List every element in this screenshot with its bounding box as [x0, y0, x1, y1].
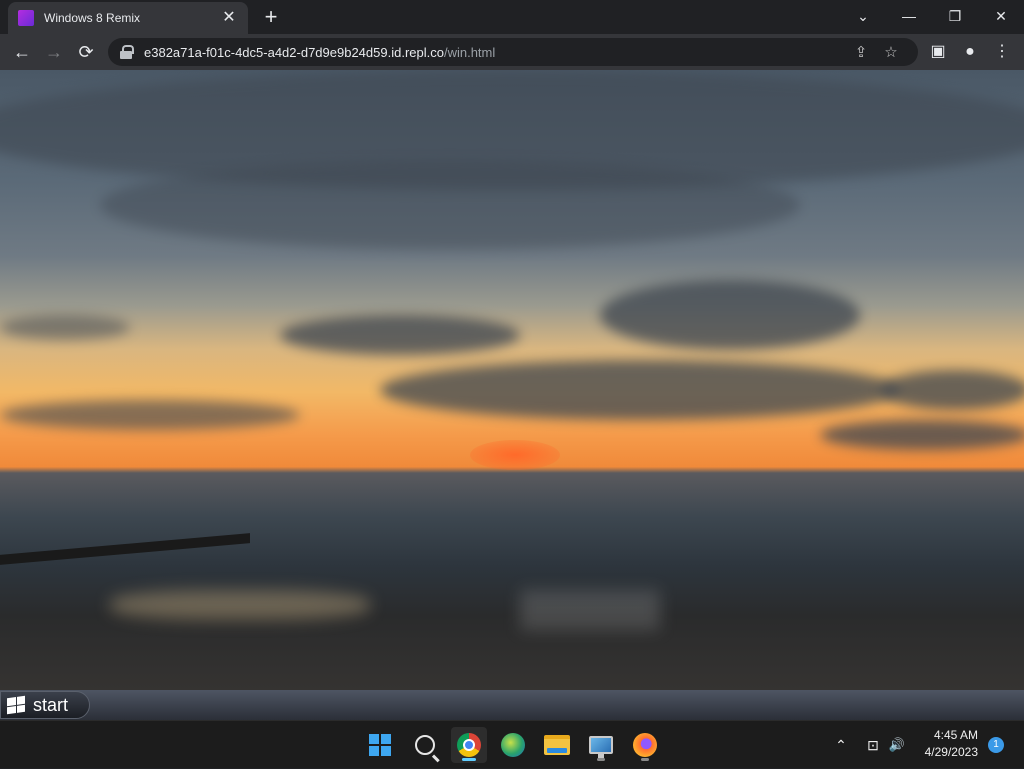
windows-logo-icon — [369, 734, 391, 756]
tab-windows-8-remix[interactable]: Windows 8 Remix ✕ — [8, 2, 248, 34]
url-host: e382a71a-f01c-4dc5-a4d2-d7d9e9b24d59.id.… — [144, 44, 444, 60]
restore-button[interactable]: ❐ — [932, 0, 978, 32]
remix-start-bar: start — [0, 690, 1024, 720]
taskbar-remote-desktop[interactable] — [583, 727, 619, 763]
forward-button[interactable]: → — [40, 38, 68, 66]
reload-button[interactable]: ⟳ — [72, 38, 100, 66]
tray-overflow-icon[interactable]: ⌃ — [828, 721, 854, 769]
active-indicator — [462, 758, 476, 761]
notification-badge[interactable]: 1 — [988, 737, 1004, 753]
start-button[interactable]: start — [0, 691, 90, 719]
profile-icon[interactable]: ● — [956, 38, 984, 66]
windows-taskbar: ⌃ ⊡ 🔊 4:45 AM 4/29/2023 1 — [0, 720, 1024, 768]
new-tab-button[interactable]: + — [258, 4, 284, 30]
clock-time: 4:45 AM — [933, 728, 978, 742]
taskbar-firefox[interactable] — [627, 727, 663, 763]
windows-start-button[interactable] — [362, 727, 398, 763]
share-icon[interactable]: ⇪ — [846, 43, 876, 61]
chrome-icon — [457, 733, 481, 757]
volume-icon[interactable]: 🔊 — [886, 721, 908, 769]
back-button[interactable]: ← — [8, 38, 36, 66]
minimize-button[interactable]: — — [886, 0, 932, 32]
sun-glow — [470, 440, 560, 470]
taskbar-search-button[interactable] — [407, 727, 443, 763]
bookmark-star-icon[interactable]: ☆ — [876, 43, 906, 61]
tab-favicon-icon — [18, 10, 34, 26]
network-icon[interactable]: ⊡ — [860, 721, 886, 769]
edge-icon — [501, 733, 525, 757]
url-path: /win.html — [443, 44, 496, 60]
browser-toolbar: ← → ⟳ e382a71a-f01c-4dc5-a4d2-d7d9e9b24d… — [0, 34, 1024, 70]
clock-date: 4/29/2023 — [924, 745, 978, 759]
close-window-button[interactable]: ✕ — [978, 0, 1024, 32]
desktop-wallpaper[interactable] — [0, 70, 1024, 690]
taskbar-edge[interactable] — [495, 727, 531, 763]
address-bar[interactable]: e382a71a-f01c-4dc5-a4d2-d7d9e9b24d59.id.… — [108, 38, 918, 66]
tab-search-icon[interactable]: ⌄ — [840, 0, 886, 32]
tab-strip: Windows 8 Remix ✕ + ⌄ — ❐ ✕ — [0, 0, 1024, 34]
chrome-menu-icon[interactable]: ⋮ — [988, 38, 1016, 66]
browser-chrome: Windows 8 Remix ✕ + ⌄ — ❐ ✕ ← → ⟳ e382a7… — [0, 0, 1024, 70]
side-panel-icon[interactable]: ▣ — [924, 38, 952, 66]
taskbar-clock[interactable]: 4:45 AM 4/29/2023 — [912, 727, 978, 761]
pier — [0, 533, 250, 565]
tab-close-icon[interactable]: ✕ — [220, 9, 238, 27]
lock-icon[interactable] — [120, 45, 134, 59]
search-icon — [415, 735, 435, 755]
monitor-icon — [589, 736, 613, 758]
windows-flag-icon — [7, 695, 25, 715]
start-button-label: start — [33, 694, 69, 715]
taskbar-file-explorer[interactable] — [539, 727, 575, 763]
folder-icon — [544, 735, 570, 755]
firefox-icon — [633, 733, 657, 757]
tab-title: Windows 8 Remix — [44, 11, 141, 25]
taskbar-chrome[interactable] — [451, 727, 487, 763]
